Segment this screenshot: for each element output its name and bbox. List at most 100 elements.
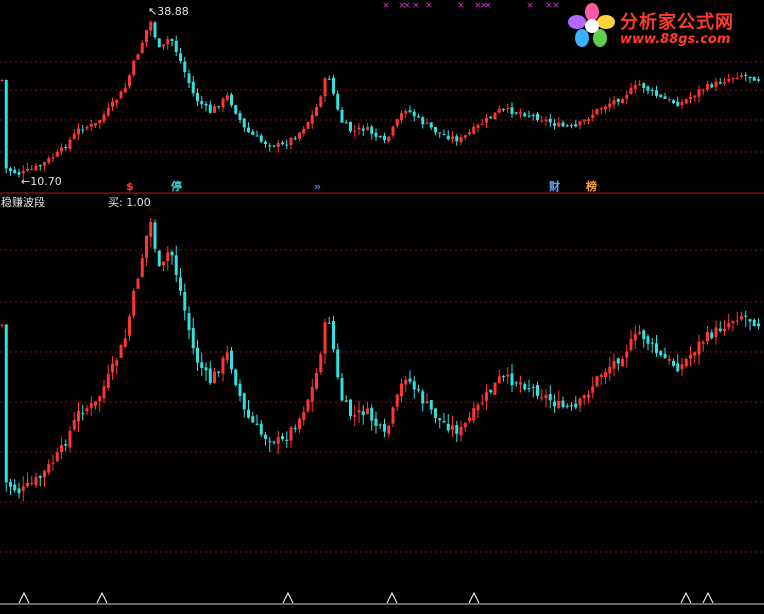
price-candle: [55, 151, 59, 157]
indicator-candle: [752, 319, 756, 327]
price-candle: [349, 122, 352, 132]
price-candle: [370, 126, 374, 134]
price-candle: [268, 145, 272, 147]
price-candle: [506, 107, 510, 110]
price-candle: [748, 76, 752, 79]
indicator-candle: [81, 412, 85, 414]
price-candle: [536, 113, 539, 120]
price-candle: [638, 84, 641, 86]
indicator-candle: [582, 395, 586, 399]
indicator-candle: [438, 418, 442, 421]
price-candle: [455, 136, 459, 142]
indicator-candle: [599, 374, 603, 378]
indicator-candle: [391, 407, 395, 424]
indicator-candle: [285, 439, 289, 441]
indicator-candle: [26, 482, 29, 487]
price-candle: [276, 143, 280, 147]
price-candle: [417, 116, 420, 118]
price-candle: [361, 128, 365, 131]
price-candle: [565, 125, 569, 127]
indicator-candle: [655, 343, 658, 354]
price-candle: [204, 103, 208, 106]
indicator-candle: [731, 321, 735, 324]
price-candle: [255, 135, 259, 137]
price-candle: [166, 39, 170, 45]
indicator-candle: [710, 332, 714, 339]
chart-window: × × × × × × × × × × × × ↖38.88 ←10.70 $ 停 » 财 榜 稳赚波…: [0, 0, 764, 614]
low-price-label: ←10.70: [21, 176, 62, 188]
indicator-candle: [132, 290, 136, 316]
price-candle: [323, 78, 327, 97]
price-candle: [391, 126, 395, 136]
indicator-candle: [323, 322, 327, 354]
price-candle: [578, 121, 582, 126]
price-candle: [387, 136, 391, 142]
indicator-candle: [480, 403, 484, 405]
indicator-candle: [38, 476, 42, 479]
indicator-candle: [714, 327, 718, 338]
price-candle: [340, 109, 344, 123]
indicator-candle: [604, 372, 607, 377]
high-price-label: ↖38.88: [148, 6, 189, 18]
price-candle: [43, 161, 46, 166]
indicator-candle: [706, 332, 709, 342]
price-candle: [633, 85, 637, 89]
event-marker-list[interactable]: 榜: [586, 181, 597, 193]
indicator-candle: [208, 368, 212, 384]
event-marker-finance[interactable]: 财: [549, 181, 560, 193]
price-candle: [531, 114, 535, 116]
indicator-candle: [157, 250, 161, 267]
indicator-candle: [166, 252, 170, 261]
indicator-candle: [591, 386, 595, 393]
price-candle: [404, 110, 408, 114]
price-candle: [655, 90, 658, 96]
price-candle: [51, 157, 55, 159]
indicator-candle: [455, 425, 459, 434]
top-signal-mark: ×: [526, 1, 534, 11]
event-marker-halt[interactable]: 停: [171, 181, 182, 193]
indicator-candle: [255, 423, 259, 425]
event-marker-dollar[interactable]: $: [126, 181, 134, 193]
indicator-candle: [0, 324, 4, 326]
indicator-candle: [315, 373, 318, 389]
price-candle: [208, 104, 212, 113]
chart-canvas: × ×× × × × ××× × × ×: [0, 1, 764, 605]
price-candle: [608, 103, 612, 108]
indicator-candle: [47, 464, 51, 473]
grid-layer: [0, 61, 764, 605]
indicator-candle: [242, 393, 246, 410]
price-candle: [374, 132, 378, 137]
indicator-candle: [264, 434, 267, 439]
indicator-candle: [421, 391, 425, 404]
indicator-candle: [506, 374, 510, 377]
indicator-candle: [718, 328, 722, 332]
price-candle: [89, 124, 93, 127]
indicator-candle: [544, 395, 548, 399]
price-candle: [497, 108, 501, 113]
buy-signal-triangle: [680, 591, 692, 604]
price-candle: [434, 127, 437, 133]
indicator-candle: [723, 328, 726, 332]
indicator-candle: [183, 292, 187, 311]
price-candle: [412, 111, 416, 117]
low-price-value: 10.70: [30, 175, 62, 188]
price-candle: [332, 77, 335, 94]
indicator-candle: [111, 363, 114, 373]
price-candle: [557, 122, 561, 127]
price-candle: [459, 137, 463, 143]
indicator-candle: [327, 322, 331, 324]
price-candle: [281, 142, 284, 145]
indicator-candle: [221, 357, 225, 374]
indicator-candle: [98, 396, 102, 402]
indicator-candle: [476, 404, 480, 411]
price-candle: [162, 44, 165, 47]
event-marker-arrow[interactable]: »: [314, 181, 321, 193]
price-candle: [60, 147, 63, 152]
price-candle: [0, 79, 4, 81]
price-candle: [663, 96, 667, 99]
price-candle: [714, 81, 718, 87]
price-candle: [463, 135, 467, 138]
indicator-candle: [251, 416, 255, 423]
price-candle: [659, 94, 663, 97]
buy-signal-triangle: [96, 591, 108, 604]
